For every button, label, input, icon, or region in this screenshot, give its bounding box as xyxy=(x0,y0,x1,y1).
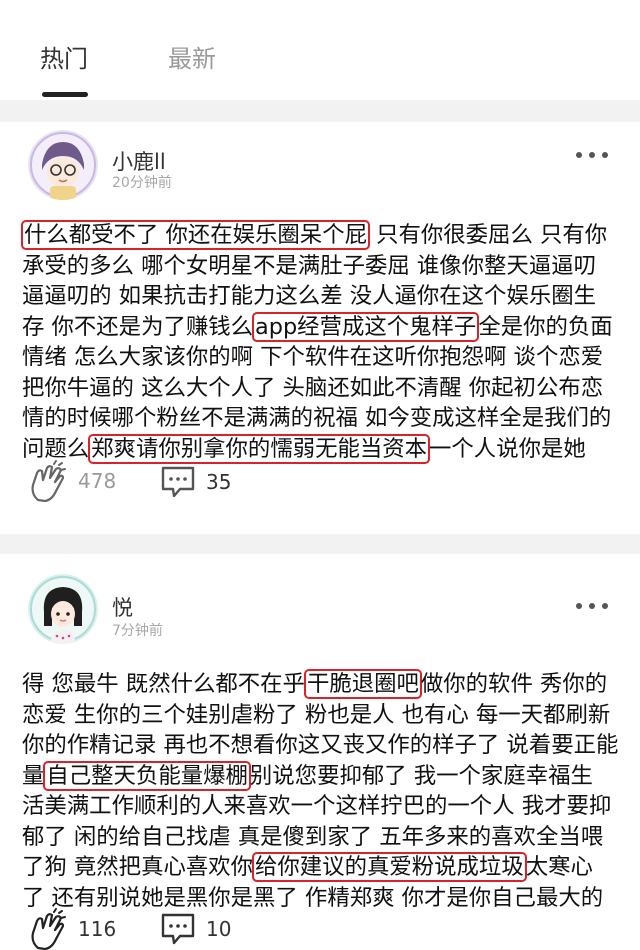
tab-hot[interactable]: 热门 xyxy=(40,42,88,76)
section-divider xyxy=(0,100,640,122)
text-line: 恋爱 生你的三个娃别虐粉了 粉也是人 也有心 每一天都刷新 xyxy=(22,701,611,728)
text-line: 情的时候哪个粉丝不是满满的祝福 如今变成这样全是我们的 xyxy=(22,405,612,431)
clap-icon xyxy=(31,460,66,502)
comment-body: 得 您最牛 既然什么都不在乎干脆退圈吧做你的软件 秀你的 恋爱 生你的三个娃别虐… xyxy=(22,669,622,913)
username[interactable]: 悦 xyxy=(112,592,133,622)
post-time: 7分钟前 xyxy=(112,623,163,639)
like-button[interactable]: 478 xyxy=(28,460,116,502)
highlighted-text: app经营成这个鬼样子 xyxy=(252,311,480,342)
girl-with-glasses-avatar[interactable] xyxy=(28,130,98,200)
more-options-icon[interactable] xyxy=(576,601,610,611)
tab-bar: 热门 最新 xyxy=(0,0,640,101)
post-time: 20分钟前 xyxy=(112,175,172,191)
text-line: 存 你不还是为了赚钱么app经营成这个鬼样子全是你的负面 xyxy=(22,311,613,342)
highlighted-text: 自己整天负能量爆棚 xyxy=(43,760,251,791)
comment-icon xyxy=(161,466,195,498)
active-tab-indicator xyxy=(42,92,88,97)
comment-count: 35 xyxy=(206,470,232,494)
text-line: 你的作精记录 再也不想看你这又丧又作的样子了 说着要正能 xyxy=(22,732,619,758)
text-line: 量自己整天负能量爆棚别说您要抑郁了 我一个家庭幸福生 xyxy=(22,760,593,791)
clap-icon xyxy=(31,908,66,950)
like-count: 116 xyxy=(78,917,117,941)
text-line: 承受的多么 哪个女明星不是满肚子委屈 谁像你整天逼逼叨 xyxy=(22,252,596,279)
like-button[interactable]: 116 xyxy=(28,908,116,950)
text-line: 得 您最牛 既然什么都不在乎干脆退圈吧做你的软件 秀你的 xyxy=(22,669,608,699)
text-line: 什么都受不了 你还在娱乐圈呆个屁 只有你很委屈么 只有你 xyxy=(21,220,622,251)
comment-card: 悦 7分钟前 得 您最牛 既然什么都不在乎干脆退圈吧做你的软件 秀你的 恋爱 生… xyxy=(0,554,640,950)
comment-body: 什么都受不了 你还在娱乐圈呆个屁 只有你很委屈么 只有你 承受的多么 哪个女明星… xyxy=(21,220,622,464)
text-line: 郁了 闲的给自己找虐 真是傻到家了 五年多来的喜欢全当喂 xyxy=(22,823,604,850)
comment-icon xyxy=(161,913,195,945)
highlighted-text: 郑爽请你别拿你的懦弱无能当资本 xyxy=(88,433,431,464)
more-options-icon[interactable] xyxy=(576,150,610,160)
text-line: 把你牛逼的 这么大个人了 头脑还如此不清醒 你起初公布恋 xyxy=(22,374,604,401)
section-divider xyxy=(0,534,640,554)
comment-count: 10 xyxy=(206,917,232,941)
text-line: 情绪 怎么大家该你的啊 下个软件在这听你抱怨啊 谈个恋爱 xyxy=(22,344,604,370)
comment-button[interactable]: 35 xyxy=(160,465,231,499)
tab-latest[interactable]: 最新 xyxy=(168,42,216,76)
highlighted-text: 干脆退圈吧 xyxy=(303,669,422,699)
cartoon-girl-avatar[interactable] xyxy=(28,574,98,644)
comment-button[interactable]: 10 xyxy=(160,912,231,946)
text-line: 了狗 竟然把真心喜欢你给你建议的真爱粉说成垃圾太寒心 xyxy=(22,852,593,882)
text-line: 活美满工作顺利的人来喜欢一个这样拧巴的一个人 我才要抑 xyxy=(22,793,612,819)
text-line: 逼逼叨的 如果抗击打能力这么差 没人逼你在这个娱乐圈生 xyxy=(22,283,596,309)
comment-card: 小鹿ll 20分钟前 什么都受不了 你还在娱乐圈呆个屁 只有你很委屈么 只有你 … xyxy=(0,122,640,534)
highlighted-text: 什么都受不了 你还在娱乐圈呆个屁 xyxy=(21,220,370,250)
highlighted-text: 给你建议的真爱粉说成垃圾 xyxy=(252,852,527,882)
like-count: 478 xyxy=(78,469,117,493)
